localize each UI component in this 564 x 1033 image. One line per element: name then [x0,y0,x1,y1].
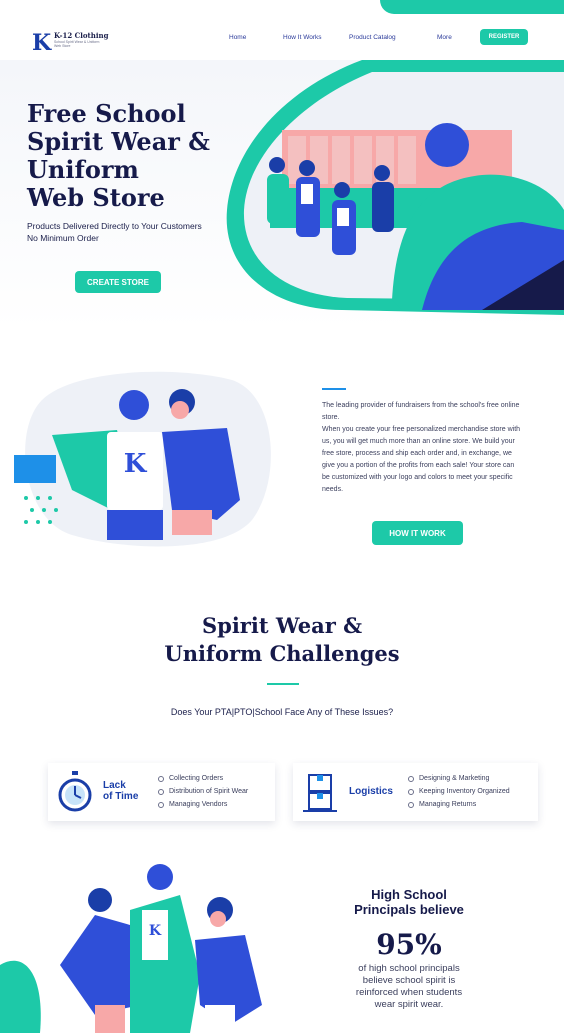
logo-name[interactable]: K-12 Clothing [54,31,109,40]
svg-text:K: K [149,923,162,939]
hero-title-line: Web Store [27,183,165,212]
nav-home[interactable]: Home [229,34,246,41]
principals-title-line: High School [371,887,447,902]
principals-text: of high school principals believe school… [334,963,484,1011]
card-title-line: Logistics [349,786,393,797]
challenges-accent-line [267,683,299,685]
card-items: Designing & Marketing Keeping Inventory … [408,772,510,811]
check-icon [408,788,414,795]
list-item-label: Managing Returns [419,801,477,808]
hero-title-line: Spirit Wear & [27,127,210,156]
nav-how-it-works[interactable]: How It Works [283,34,322,41]
list-item-label: Designing & Marketing [419,775,490,782]
hero-subtitle-line: No Minimum Order [27,233,99,243]
create-store-button[interactable]: CREATE STORE [75,271,161,293]
hero-illustration [226,60,564,315]
top-accent-shape [380,0,564,14]
challenges-title: Spirit Wear & Uniform Challenges [0,612,564,668]
boxes-icon [303,774,337,812]
students-illustration: K [14,371,271,547]
principals-title: High School Principals believe [334,887,484,917]
list-item-label: Distribution of Spirit Wear [169,788,249,795]
challenges-title-line: Uniform Challenges [164,641,400,666]
about-accent-line [322,388,346,390]
logo-tagline: School Spirit Wear & Uniform Web Store [54,40,100,48]
nav-more[interactable]: More [437,34,452,41]
card-items: Collecting Orders Distribution of Spirit… [158,772,248,811]
card-title-line: of Time [103,791,139,802]
list-item: Distribution of Spirit Wear [158,785,248,798]
how-it-work-button[interactable]: HOW IT WORK [372,521,463,545]
challenge-card-time: Lack of Time Collecting Orders Distribut… [48,763,275,821]
check-icon [408,775,414,782]
card-title: Logistics [349,786,393,797]
card-title: Lack of Time [103,780,138,802]
challenge-card-logistics: Logistics Designing & Marketing Keeping … [293,763,538,821]
check-icon [158,788,164,795]
about-paragraph: The leading provider of fundraisers from… [322,402,520,421]
logo-icon[interactable]: K [32,30,51,56]
list-item-label: Managing Vendors [169,801,228,808]
challenges-title-line: Spirit Wear & [201,613,363,638]
register-button[interactable]: REGISTER [480,29,528,45]
list-item: Managing Returns [408,798,510,811]
principals-text-line: wear spirit wear. [374,999,444,1010]
check-icon [158,801,164,808]
check-icon [158,775,164,782]
hero-title: Free School Spirit Wear & Uniform Web St… [27,100,247,212]
check-icon [408,801,414,808]
group-illustration: K [0,864,262,1033]
hero-title-line: Uniform [27,155,139,184]
card-title-line: Lack [103,780,126,791]
svg-text:K: K [124,449,148,479]
list-item-label: Collecting Orders [169,775,224,782]
challenges-question: Does Your PTA|PTO|School Face Any of The… [170,707,394,717]
principals-text-line: reinforced when students [355,987,463,998]
hero-subtitle: Products Delivered Directly to Your Cust… [27,220,202,244]
list-item: Collecting Orders [158,772,248,785]
about-text: The leading provider of fundraisers from… [322,400,522,496]
principals-title-line: Principals believe [354,902,464,917]
list-item-label: Keeping Inventory Organized [419,788,510,795]
principals-text-line: of high school principals [358,963,460,974]
hero-subtitle-line: Products Delivered Directly to Your Cust… [27,221,202,231]
list-item: Managing Vendors [158,798,248,811]
list-item: Designing & Marketing [408,772,510,785]
about-paragraph: When you create your free personalized m… [322,426,521,493]
nav-product-catalog[interactable]: Product Catalog [349,34,396,41]
stopwatch-icon [58,771,92,812]
principals-percent: 95% [376,928,442,961]
list-item: Keeping Inventory Organized [408,785,510,798]
hero-title-line: Free School [27,99,186,128]
principals-text-line: believe school spirit is [362,975,456,986]
